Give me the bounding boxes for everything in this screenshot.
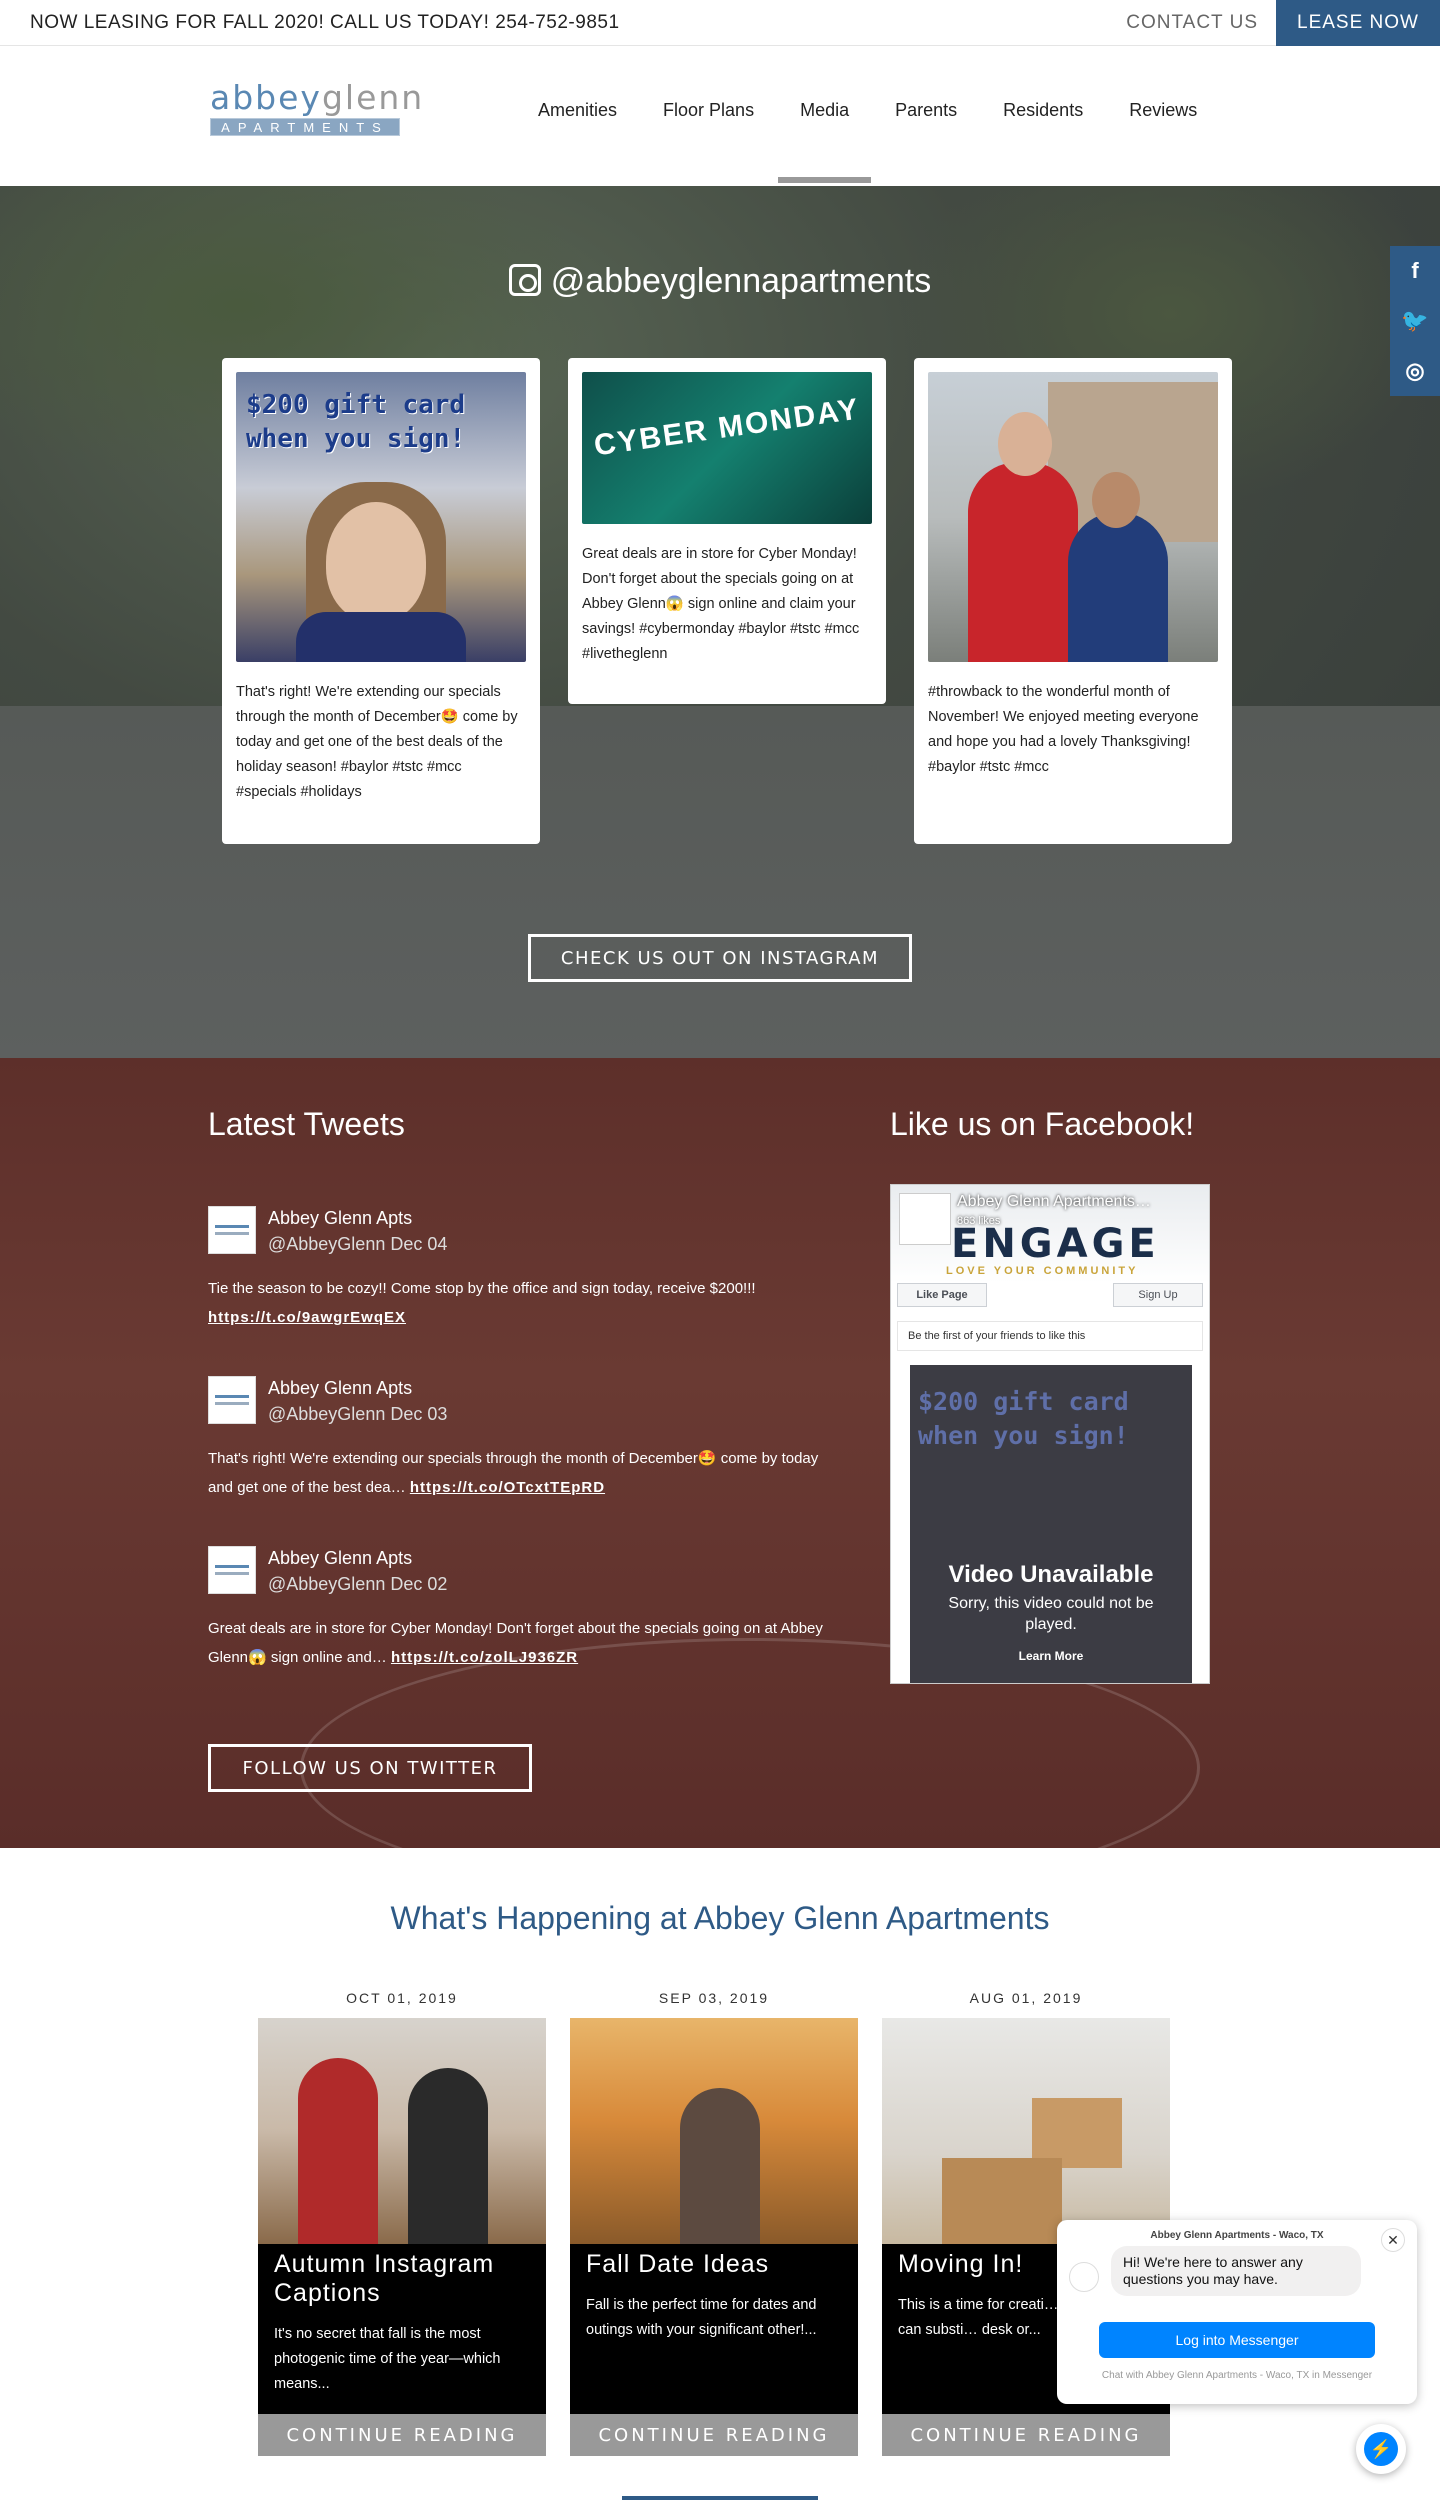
- top-bar: NOW LEASING FOR FALL 2020! CALL US TODAY…: [0, 0, 1440, 46]
- facebook-page-name[interactable]: Abbey Glenn Apartments…: [957, 1193, 1151, 1211]
- blog-date: SEP 03, 2019: [658, 1990, 770, 2006]
- instagram-icon: [508, 264, 541, 296]
- facebook-heading: Like us on Facebook!: [890, 1106, 1195, 1142]
- post-caption: That's right! We're extending our specia…: [236, 684, 518, 800]
- site-header: abbeyglenn APARTMENTS Amenities Floor Pl…: [0, 46, 1440, 186]
- learn-more-link[interactable]: Learn More: [910, 1649, 1192, 1663]
- tweet-author[interactable]: Abbey Glenn Apts: [268, 1548, 412, 1569]
- post-caption: Great deals are in store for Cyber Monda…: [582, 546, 860, 662]
- social-sidebar: f 🐦 ◎: [1390, 246, 1440, 396]
- avatar[interactable]: [899, 1193, 951, 1245]
- facebook-video[interactable]: $200 gift card when you sign! Video Unav…: [910, 1365, 1192, 1683]
- post-image: [928, 372, 1218, 662]
- blog-date: AUG 01, 2019: [969, 1990, 1083, 2006]
- messenger-button[interactable]: ⚡: [1356, 2424, 1406, 2474]
- facebook-widget: ENGAGE LOVE YOUR COMMUNITY Abbey Glenn A…: [890, 1184, 1210, 1684]
- blog-photo[interactable]: [570, 2018, 858, 2244]
- chat-footer: Chat with Abbey Glenn Apartments - Waco,…: [1101, 2370, 1373, 2381]
- nav-residents[interactable]: Residents: [1003, 100, 1083, 121]
- main-nav: Amenities Floor Plans Media Parents Resi…: [538, 100, 1243, 183]
- chat-message: Hi! We're here to answer any questions y…: [1111, 2246, 1361, 2296]
- avatar: [1069, 2262, 1099, 2292]
- close-icon[interactable]: ✕: [1381, 2228, 1405, 2252]
- blog-card: OCT 01, 2019 Autumn Instagram Captions I…: [258, 1990, 546, 2456]
- tweet-handle-date: @AbbeyGlenn Dec 04: [268, 1234, 448, 1254]
- friends-like-text: Be the first of your friends to like thi…: [897, 1321, 1203, 1351]
- logo-word-abbey: abbey: [210, 78, 322, 117]
- tweet-text: Tie the season to be cozy!! Come stop by…: [208, 1280, 756, 1297]
- avatar[interactable]: [208, 1206, 256, 1254]
- instagram-post[interactable]: CYBER MONDAY Great deals are in store fo…: [568, 358, 886, 704]
- blog-heading: What's Happening at Abbey Glenn Apartmen…: [390, 1900, 1050, 1936]
- post-image-text: CYBER MONDAY: [591, 392, 862, 463]
- blog-title[interactable]: Autumn Instagram Captions: [274, 2250, 530, 2308]
- blog-excerpt: It's no secret that fall is the most pho…: [274, 2326, 501, 2392]
- messenger-icon: ⚡: [1364, 2432, 1398, 2466]
- instagram-section: @abbeyglennapartments $200 gift card whe…: [0, 186, 1440, 1058]
- instagram-post[interactable]: #throwback to the wonderful month of Nov…: [914, 358, 1232, 844]
- nav-media[interactable]: Media: [778, 100, 872, 183]
- avatar[interactable]: [208, 1546, 256, 1594]
- video-unavailable-title: Video Unavailable: [948, 1561, 1154, 1588]
- nav-floor-plans[interactable]: Floor Plans: [663, 100, 754, 121]
- logo[interactable]: abbeyglenn APARTMENTS: [210, 78, 422, 140]
- like-page-button[interactable]: Like Page: [897, 1283, 987, 1307]
- tweet-link[interactable]: https://t.co/OTcxtTEpRD: [410, 1479, 605, 1496]
- log-into-messenger-button[interactable]: Log into Messenger: [1099, 2322, 1375, 2358]
- tweet-link[interactable]: https://t.co/zolLJ936ZR: [391, 1649, 578, 1666]
- nav-parents[interactable]: Parents: [895, 100, 957, 121]
- view-more-bar[interactable]: [622, 2496, 818, 2500]
- avatar[interactable]: [208, 1376, 256, 1424]
- blog-date: OCT 01, 2019: [346, 1990, 458, 2006]
- facebook-likes: 863 likes: [957, 1215, 1001, 1227]
- nav-reviews[interactable]: Reviews: [1129, 100, 1197, 121]
- latest-tweets-heading: Latest Tweets: [208, 1106, 405, 1142]
- post-image: CYBER MONDAY: [582, 372, 872, 524]
- instagram-post[interactable]: $200 gift card when you sign! That's rig…: [222, 358, 540, 844]
- tweet-author[interactable]: Abbey Glenn Apts: [268, 1208, 412, 1229]
- continue-reading-button[interactable]: CONTINUE READING: [570, 2414, 858, 2456]
- instagram-icon[interactable]: ◎: [1390, 346, 1440, 396]
- messenger-popup: Abbey Glenn Apartments - Waco, TX ✕ Hi! …: [1057, 2220, 1417, 2404]
- social-feeds-section: Latest Tweets Like us on Facebook! Abbey…: [0, 1058, 1440, 1848]
- tweet-author[interactable]: Abbey Glenn Apts: [268, 1378, 412, 1399]
- video-image-text: $200 gift card when you sign!: [918, 1387, 1129, 1450]
- chat-header: Abbey Glenn Apartments - Waco, TX: [1150, 2230, 1324, 2241]
- sign-up-button[interactable]: Sign Up: [1113, 1283, 1203, 1307]
- check-instagram-button[interactable]: CHECK US OUT ON INSTAGRAM: [528, 934, 912, 982]
- continue-reading-button[interactable]: CONTINUE READING: [258, 2414, 546, 2456]
- twitter-icon[interactable]: 🐦: [1390, 296, 1440, 346]
- instagram-handle[interactable]: @abbeyglennapartments: [0, 262, 1440, 301]
- continue-reading-button[interactable]: CONTINUE READING: [882, 2414, 1170, 2456]
- facebook-icon[interactable]: f: [1390, 246, 1440, 296]
- tweet-link[interactable]: https://t.co/9awgrEwqEX: [208, 1309, 406, 1326]
- logo-word-glenn: glenn: [321, 78, 425, 117]
- logo-subtitle: APARTMENTS: [210, 118, 400, 136]
- post-caption: #throwback to the wonderful month of Nov…: [928, 684, 1199, 775]
- lease-now-button[interactable]: LEASE NOW: [1276, 0, 1440, 46]
- video-unavailable-message: Sorry, this video could not be played.: [948, 1595, 1154, 1633]
- leasing-announcement: NOW LEASING FOR FALL 2020! CALL US TODAY…: [30, 12, 620, 33]
- follow-twitter-button[interactable]: FOLLOW US ON TWITTER: [208, 1744, 532, 1792]
- tweet-handle-date: @AbbeyGlenn Dec 02: [268, 1574, 448, 1594]
- cover-subtitle: LOVE YOUR COMMUNITY: [946, 1265, 1139, 1277]
- blog-card: SEP 03, 2019 Fall Date Ideas Fall is the…: [570, 1990, 858, 2456]
- contact-us-link[interactable]: CONTACT US: [1126, 12, 1258, 34]
- blog-excerpt: Fall is the perfect time for dates and o…: [586, 2297, 817, 2338]
- post-image-text: $200 gift card when you sign!: [246, 390, 466, 454]
- tweet-handle-date: @AbbeyGlenn Dec 03: [268, 1404, 448, 1424]
- nav-amenities[interactable]: Amenities: [538, 100, 617, 121]
- cover-title: ENGAGE: [951, 1221, 1160, 1267]
- blog-photo[interactable]: [882, 2018, 1170, 2244]
- blog-title[interactable]: Fall Date Ideas: [586, 2250, 842, 2279]
- post-image: $200 gift card when you sign!: [236, 372, 526, 662]
- blog-photo[interactable]: [258, 2018, 546, 2244]
